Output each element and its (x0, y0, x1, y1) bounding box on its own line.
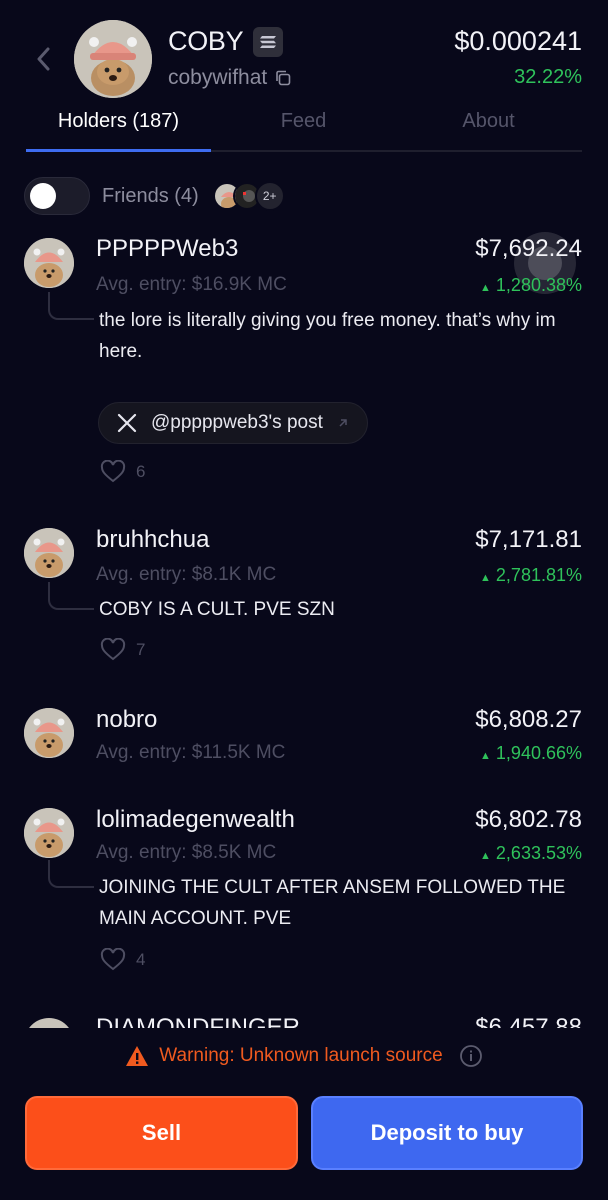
holder-avg-entry: Avg. entry: $11.5K MC (96, 742, 286, 763)
deposit-to-buy-button[interactable]: Deposit to buy (311, 1096, 583, 1170)
token-name: COBY (168, 26, 284, 57)
tab-holders[interactable]: Holders (187) (26, 106, 211, 152)
token-avatar (74, 20, 152, 98)
token-handle-text: cobywifhat (168, 66, 268, 89)
tab-bar: Holders (187) Feed About (26, 106, 582, 152)
holder-avg-entry: Avg. entry: $8.1K MC (96, 564, 277, 585)
x-logo-icon (117, 413, 137, 433)
up-arrow-icon: ▲ (480, 750, 491, 762)
holder-name: PPPPPWeb3 (96, 235, 239, 262)
holder-comment: COBY IS A CULT. PVE SZN (99, 599, 335, 620)
holder-avatar (24, 238, 74, 288)
holder-change: ▲ 2,781.81% (480, 565, 582, 586)
holder-change-value: 2,781.81% (495, 565, 582, 585)
holder-value: $6,802.78 (475, 806, 582, 833)
chevron-left-icon (37, 47, 50, 71)
token-header: COBY cobywifhat $0.000241 32.22% (0, 0, 608, 110)
sell-button[interactable]: Sell (25, 1096, 298, 1170)
holder-comment: the lore is literally giving you free mo… (99, 310, 556, 362)
up-arrow-icon: ▲ (480, 572, 491, 584)
like-count: 4 (136, 950, 146, 969)
back-button[interactable] (30, 44, 56, 74)
holder-comment: JOINING THE CULT AFTER ANSEM FOLLOWED TH… (99, 877, 566, 929)
tab-feed[interactable]: Feed (211, 106, 396, 150)
holder-change: ▲ 2,633.53% (480, 843, 582, 864)
thread-line (48, 860, 94, 888)
friends-label: Friends (4) (102, 184, 199, 207)
like-button[interactable]: 7 (100, 638, 145, 662)
holder-row[interactable]: nobro $6,808.27 Avg. entry: $11.5K MC ▲ … (0, 704, 608, 774)
holder-row[interactable]: PPPPPWeb3 $7,692.24 Avg. entry: $16.9K M… (0, 232, 608, 502)
holder-value: $7,171.81 (475, 526, 582, 553)
holder-change-value: 2,633.53% (495, 843, 582, 863)
like-button[interactable]: 6 (100, 460, 145, 484)
holder-avatar (24, 708, 74, 758)
solana-icon (253, 26, 284, 57)
warning-text: Warning: Unknown launch source (159, 1045, 443, 1066)
holder-change-value: 1,280.38% (495, 275, 582, 295)
token-name-text: COBY (168, 26, 244, 56)
friends-filter: Friends (4) 2+ (24, 176, 285, 216)
token-change: 32.22% (514, 66, 582, 88)
holder-avg-entry: Avg. entry: $8.5K MC (96, 842, 277, 863)
x-post-label: @pppppweb3's post (151, 412, 323, 433)
thread-line (48, 582, 94, 610)
holder-value: $7,692.24 (475, 235, 582, 262)
launch-warning: Warning: Unknown launch source (0, 1044, 608, 1068)
up-arrow-icon: ▲ (480, 850, 491, 862)
token-handle[interactable]: cobywifhat (168, 66, 291, 90)
info-icon[interactable] (459, 1044, 483, 1068)
holder-change: ▲ 1,940.66% (480, 743, 582, 764)
heart-icon (100, 638, 126, 661)
holder-name: lolimadegenwealth (96, 806, 295, 833)
x-post-link[interactable]: @pppppweb3's post (98, 402, 368, 444)
holder-row[interactable]: bruhhchua $7,171.81 Avg. entry: $8.1K MC… (0, 524, 608, 674)
external-arrow-icon (339, 419, 347, 427)
friends-more-count: 2+ (254, 181, 285, 211)
warning-icon (126, 1046, 149, 1066)
friends-toggle[interactable] (24, 177, 90, 215)
toggle-knob (30, 183, 56, 209)
holder-name: bruhhchua (96, 526, 210, 553)
heart-icon (100, 948, 126, 971)
like-button[interactable]: 4 (100, 948, 145, 972)
holder-change: ▲ 1,280.38% (480, 275, 582, 296)
holder-change-value: 1,940.66% (495, 743, 582, 763)
copy-icon[interactable] (275, 70, 291, 86)
token-price: $0.000241 (454, 26, 582, 56)
tab-about[interactable]: About (396, 106, 581, 150)
like-count: 7 (136, 640, 146, 659)
holder-avatar (24, 528, 74, 578)
holder-value: $6,808.27 (475, 706, 582, 733)
up-arrow-icon: ▲ (480, 282, 491, 294)
holder-avatar (24, 808, 74, 858)
like-count: 6 (136, 462, 146, 481)
friend-avatars[interactable]: 2+ (212, 181, 285, 211)
holder-avg-entry: Avg. entry: $16.9K MC (96, 274, 287, 295)
holder-name: nobro (96, 706, 158, 733)
thread-line (48, 292, 94, 320)
holder-row[interactable]: lolimadegenwealth $6,802.78 Avg. entry: … (0, 804, 608, 984)
heart-icon (100, 460, 126, 483)
